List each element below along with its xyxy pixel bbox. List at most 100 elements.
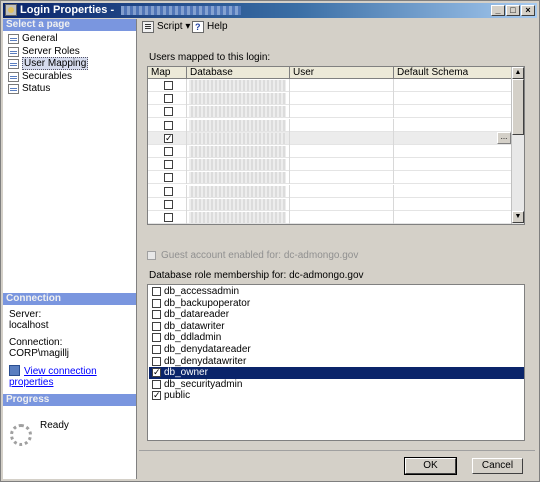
database-cell[interactable] xyxy=(187,105,290,119)
map-cell[interactable] xyxy=(148,211,187,224)
map-cell[interactable] xyxy=(148,105,187,119)
role-checkbox[interactable] xyxy=(152,345,161,354)
role-checkbox[interactable] xyxy=(152,333,161,343)
scroll-up-button[interactable]: ▲ xyxy=(512,67,524,79)
role-checkbox[interactable] xyxy=(152,310,161,320)
map-checkbox[interactable] xyxy=(164,199,173,209)
role-checkbox[interactable] xyxy=(152,287,161,296)
database-cell[interactable] xyxy=(187,131,290,145)
default-schema-cell[interactable] xyxy=(394,171,512,185)
map-cell[interactable] xyxy=(148,145,187,158)
map-checkbox[interactable]: ✓ xyxy=(164,133,173,143)
mapping-row[interactable] xyxy=(148,184,512,198)
role-checkbox[interactable] xyxy=(152,356,161,366)
mapping-row[interactable] xyxy=(148,211,512,224)
map-cell[interactable] xyxy=(148,171,187,185)
user-cell[interactable] xyxy=(290,92,394,106)
database-cell[interactable] xyxy=(187,79,290,92)
browse-schema-button[interactable]: ... xyxy=(497,131,511,144)
map-cell[interactable] xyxy=(148,92,187,106)
user-cell[interactable] xyxy=(290,145,394,158)
role-item-db-datareader[interactable]: db_datareader xyxy=(149,309,524,321)
map-checkbox[interactable] xyxy=(164,147,173,156)
role-checkbox[interactable]: ✓ xyxy=(152,391,161,401)
user-cell[interactable] xyxy=(290,118,394,132)
mapping-row[interactable] xyxy=(148,197,512,211)
role-checkbox[interactable] xyxy=(152,321,161,331)
map-cell[interactable] xyxy=(148,158,187,172)
map-checkbox[interactable] xyxy=(164,160,173,170)
role-checkbox[interactable] xyxy=(152,298,161,308)
title-bar[interactable]: Login Properties - _ □ × xyxy=(3,3,537,18)
role-item-db-denydatareader[interactable]: db_denydatareader xyxy=(149,344,524,356)
database-cell[interactable] xyxy=(187,92,290,106)
map-checkbox[interactable] xyxy=(164,213,173,222)
role-item-db-denydatawriter[interactable]: db_denydatawriter xyxy=(149,356,524,368)
script-button[interactable]: Script ▾ xyxy=(142,20,190,34)
default-schema-cell[interactable] xyxy=(394,92,512,106)
database-cell[interactable] xyxy=(187,118,290,132)
database-cell[interactable] xyxy=(187,145,290,158)
maximize-button[interactable]: □ xyxy=(506,5,520,16)
ok-button[interactable]: OK xyxy=(404,457,457,475)
mapping-row[interactable] xyxy=(148,118,512,132)
col-map[interactable]: Map xyxy=(148,67,187,79)
role-item-public[interactable]: ✓ public xyxy=(149,390,524,402)
page-item-securables[interactable]: Securables xyxy=(5,71,136,84)
user-cell[interactable] xyxy=(290,131,394,145)
database-cell[interactable] xyxy=(187,171,290,185)
role-checkbox[interactable]: ✓ xyxy=(152,368,161,378)
default-schema-cell[interactable] xyxy=(394,158,512,172)
user-cell[interactable] xyxy=(290,211,394,224)
user-cell[interactable] xyxy=(290,79,394,92)
role-item-db-accessadmin[interactable]: db_accessadmin xyxy=(149,286,524,298)
map-checkbox[interactable] xyxy=(164,173,173,183)
scroll-down-button[interactable]: ▼ xyxy=(512,211,524,223)
user-cell[interactable] xyxy=(290,158,394,172)
map-cell[interactable] xyxy=(148,197,187,211)
role-item-db-ddladmin[interactable]: db_ddladmin xyxy=(149,332,524,344)
role-membership-list[interactable]: db_accessadmin db_backupoperator db_datare… xyxy=(147,284,525,441)
view-connection-properties[interactable]: View connection properties xyxy=(9,365,130,388)
default-schema-cell[interactable] xyxy=(394,184,512,198)
mapping-row[interactable]: ✓... xyxy=(148,131,512,145)
col-database[interactable]: Database xyxy=(187,67,290,79)
script-dropdown-icon[interactable]: ▾ xyxy=(185,21,190,32)
close-button[interactable]: × xyxy=(521,5,535,16)
role-item-db-datawriter[interactable]: db_datawriter xyxy=(149,321,524,333)
scroll-thumb[interactable] xyxy=(512,79,524,135)
mapping-row[interactable] xyxy=(148,92,512,106)
user-cell[interactable] xyxy=(290,184,394,198)
map-cell[interactable] xyxy=(148,184,187,198)
role-item-db-owner[interactable]: ✓ db_owner xyxy=(149,367,524,379)
grid-scrollbar[interactable]: ▲ ▼ xyxy=(511,67,524,224)
database-cell[interactable] xyxy=(187,197,290,211)
user-mapping-grid[interactable]: Map Database User Default Schema ✓... ▲ … xyxy=(147,66,525,225)
role-item-db-securityadmin[interactable]: db_securityadmin xyxy=(149,379,524,391)
map-cell[interactable] xyxy=(148,118,187,132)
map-checkbox[interactable] xyxy=(164,94,173,104)
user-cell[interactable] xyxy=(290,197,394,211)
user-cell[interactable] xyxy=(290,105,394,119)
database-cell[interactable] xyxy=(187,158,290,172)
role-item-db-backupoperator[interactable]: db_backupoperator xyxy=(149,298,524,310)
map-cell[interactable] xyxy=(148,79,187,92)
default-schema-cell[interactable] xyxy=(394,211,512,224)
default-schema-cell[interactable] xyxy=(394,118,512,132)
minimize-button[interactable]: _ xyxy=(491,5,505,16)
default-schema-cell[interactable] xyxy=(394,79,512,92)
default-schema-cell[interactable] xyxy=(394,105,512,119)
user-cell[interactable] xyxy=(290,171,394,185)
default-schema-cell[interactable] xyxy=(394,145,512,158)
map-checkbox[interactable] xyxy=(164,81,173,90)
page-item-general[interactable]: General xyxy=(5,33,136,46)
page-item-user-mapping[interactable]: User Mapping xyxy=(5,57,136,71)
help-button[interactable]: Help xyxy=(192,20,228,34)
page-item-status[interactable]: Status xyxy=(5,83,136,96)
col-user[interactable]: User xyxy=(290,67,394,79)
mapping-row[interactable] xyxy=(148,158,512,172)
database-cell[interactable] xyxy=(187,184,290,198)
mapping-row[interactable] xyxy=(148,105,512,119)
map-checkbox[interactable] xyxy=(164,120,173,130)
default-schema-cell[interactable] xyxy=(394,197,512,211)
